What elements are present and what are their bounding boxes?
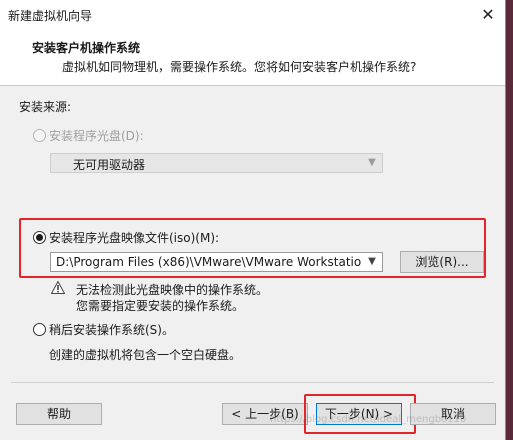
radio-install-iso[interactable] (33, 231, 46, 244)
window-title: 新建虚拟机向导 (8, 9, 93, 23)
install-disc-label: 安装程序光盘(D): (49, 129, 144, 143)
wizard-header: 安装客户机操作系统 虚拟机如同物理机，需要操作系统。您将如何安装客户机操作系统? (0, 30, 505, 86)
install-later-description: 创建的虚拟机将包含一个空白硬盘。 (49, 348, 242, 362)
browse-button[interactable]: 浏览(R)... (400, 251, 484, 273)
install-source-label: 安装来源: (19, 100, 72, 114)
page-subtitle: 虚拟机如同物理机，需要操作系统。您将如何安装客户机操作系统? (62, 60, 417, 74)
close-icon[interactable]: ✕ (477, 4, 499, 26)
install-iso-label: 安装程序光盘映像文件(iso)(M): (49, 231, 220, 245)
radio-install-later[interactable] (33, 323, 46, 336)
help-button[interactable]: 帮助 (16, 403, 102, 425)
disc-drive-dropdown[interactable]: 无可用驱动器 ▼ (50, 153, 383, 173)
install-later-label: 稍后安装操作系统(S)。 (49, 323, 174, 337)
wizard-window: 新建虚拟机向导 ✕ 安装客户机操作系统 虚拟机如同物理机，需要操作系统。您将如何… (0, 0, 506, 440)
watermark-text: https://blog.csdn.net/ideal_mengbo110 (270, 414, 467, 425)
radio-install-disc[interactable] (33, 129, 46, 142)
iso-path-value: D:\Program Files (x86)\VMware\VMware Wor… (56, 255, 362, 269)
chevron-down-icon[interactable]: ▼ (365, 255, 379, 269)
warning-icon (51, 281, 65, 294)
page-title: 安装客户机操作系统 (32, 41, 141, 55)
iso-path-combobox[interactable]: D:\Program Files (x86)\VMware\VMware Wor… (50, 252, 383, 272)
title-bar: 新建虚拟机向导 ✕ (0, 0, 505, 30)
iso-warning-line2: 您需要指定要安装的操作系统。 (76, 299, 245, 313)
chevron-down-icon: ▼ (368, 157, 376, 168)
footer-separator (11, 382, 494, 383)
disc-drive-value: 无可用驱动器 (73, 158, 146, 172)
iso-warning-line1: 无法检测此光盘映像中的操作系统。 (76, 283, 269, 297)
